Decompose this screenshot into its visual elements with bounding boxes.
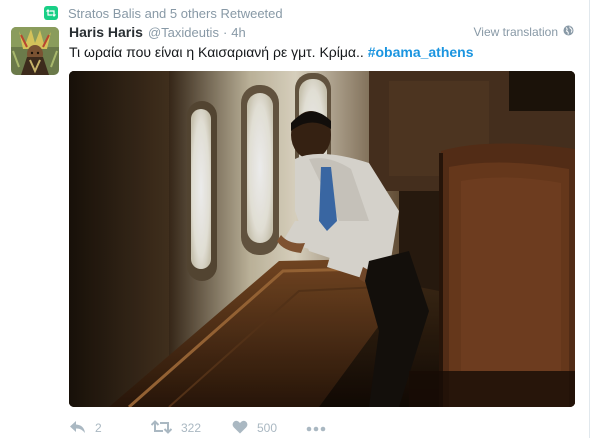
hashtag-link[interactable]: #obama_athens — [368, 44, 474, 60]
reply-count: 2 — [95, 421, 102, 435]
more-dots-icon — [306, 421, 326, 435]
retweet-icon — [44, 6, 58, 20]
globe-icon — [563, 25, 574, 39]
retweet-button[interactable]: 322 — [150, 419, 232, 437]
author-username[interactable]: @Taxideutis — [148, 25, 219, 40]
view-translation-label: View translation — [473, 25, 559, 39]
retweet-count: 322 — [181, 421, 202, 435]
author-fullname[interactable]: Haris Haris — [69, 24, 143, 40]
tweet-actions: 2 322 500 — [69, 416, 336, 440]
avatar[interactable] — [11, 27, 59, 75]
like-count: 500 — [257, 421, 278, 435]
view-translation-link[interactable]: View translation — [474, 25, 575, 39]
tweet-timestamp[interactable]: 4h — [231, 25, 245, 40]
retweeted-by-label[interactable]: Stratos Balis and 5 others Retweeted — [68, 6, 283, 21]
reply-icon — [69, 420, 86, 437]
like-button[interactable]: 500 — [232, 420, 306, 437]
tweet-photo[interactable] — [69, 71, 575, 407]
more-button[interactable] — [306, 421, 336, 435]
header-separator: · — [222, 25, 228, 40]
reply-button[interactable]: 2 — [69, 420, 151, 437]
heart-icon — [232, 420, 248, 437]
tweet-text-body: Τι ωραία που είναι η Καισαριανή ρε γμτ. … — [69, 44, 368, 60]
tweet-header: Haris Haris @Taxideutis · 4h — [69, 24, 246, 44]
tweet-text: Τι ωραία που είναι η Καισαριανή ρε γμτ. … — [69, 42, 474, 62]
retweet-context: Stratos Balis and 5 others Retweeted — [44, 4, 283, 22]
retweet-icon — [150, 419, 173, 437]
